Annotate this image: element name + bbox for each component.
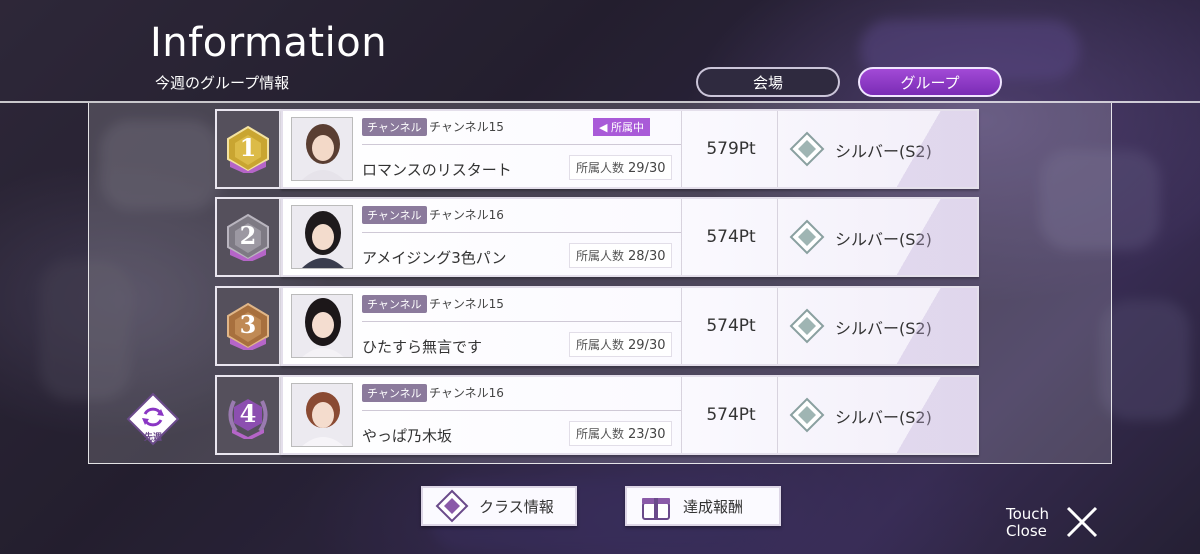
page-title: Information — [150, 20, 388, 66]
member-count: 所属人数 23/30 — [569, 421, 673, 446]
card-divider — [362, 144, 682, 145]
column-divider — [777, 111, 778, 187]
group-card: チャンネル チャンネル15 ひたすら無言です 所属人数 29/30 574Pt シ… — [281, 286, 979, 366]
group-card: チャンネル チャンネル16 アメイジング3色パン 所属人数 28/30 574Pt… — [281, 197, 979, 277]
member-avatar — [291, 117, 353, 181]
member-avatar — [291, 383, 353, 447]
class-diamond-icon — [789, 397, 825, 433]
gift-box-icon — [642, 498, 670, 520]
channel-tag: チャンネル — [362, 384, 427, 402]
member-count-label: 所属人数 — [576, 427, 625, 441]
avatar-portrait-icon — [292, 206, 352, 268]
column-divider — [681, 288, 682, 364]
close-label: Close — [1006, 522, 1047, 540]
member-avatar — [291, 294, 353, 358]
ranking-row[interactable]: 4 チャンネル チャンネル16 やっぱ乃木坂 所属人数 23/30 574Pt シ… — [215, 375, 979, 455]
group-name: ひたすら無言です — [362, 338, 483, 356]
rank-cell: 2 — [215, 197, 281, 277]
channel-name: チャンネル16 — [429, 208, 504, 222]
rank-number: 2 — [239, 221, 257, 250]
rank-number: 3 — [239, 310, 257, 339]
member-count-label: 所属人数 — [576, 338, 625, 352]
column-divider — [681, 199, 682, 275]
points: 579Pt — [706, 139, 756, 159]
class-info-button[interactable]: クラス情報 — [421, 486, 577, 526]
last-week-label: 先週 — [143, 433, 162, 443]
channel-name: チャンネル15 — [429, 297, 504, 311]
channel-tag: チャンネル — [362, 206, 427, 224]
column-divider — [777, 288, 778, 364]
close-icon[interactable] — [1060, 500, 1104, 544]
member-count-value: 29/30 — [628, 161, 666, 176]
member-count-value: 29/30 — [628, 338, 666, 353]
rank-number: 4 — [239, 399, 257, 428]
class-info-icon — [435, 489, 469, 523]
ranking-row[interactable]: 3 チャンネル チャンネル15 ひたすら無言です 所属人数 29/30 574Pt… — [215, 286, 979, 366]
achievement-reward-button[interactable]: 達成報酬 — [625, 486, 781, 526]
points: 574Pt — [706, 227, 756, 247]
tab-venue[interactable]: 会場 — [696, 67, 840, 97]
achievement-reward-label: 達成報酬 — [683, 497, 744, 516]
member-count: 所属人数 29/30 — [569, 332, 673, 357]
avatar-portrait-icon — [292, 295, 352, 357]
column-divider — [681, 377, 682, 453]
member-count-value: 23/30 — [628, 427, 666, 442]
card-divider — [362, 321, 682, 322]
group-name: アメイジング3色パン — [362, 249, 507, 267]
points: 574Pt — [706, 405, 756, 425]
column-divider — [681, 111, 682, 187]
rank-cell: 1 — [215, 109, 281, 189]
member-count: 所属人数 29/30 — [569, 155, 673, 180]
page-subtitle: 今週のグループ情報 — [155, 74, 290, 92]
touch-close-label[interactable]: Touch Close — [1006, 506, 1049, 540]
rank-cell: 3 — [215, 286, 281, 366]
member-avatar — [291, 205, 353, 269]
channel-name: チャンネル15 — [429, 120, 504, 134]
class-info-label: クラス情報 — [479, 497, 554, 516]
group-name: ロマンスのリスタート — [362, 161, 512, 179]
class-diamond-icon — [789, 131, 825, 167]
ranking-row[interactable]: 1 チャンネル チャンネル15 ◀ 所属中 ロマンスのリスタート 所属人数 29/… — [215, 109, 979, 189]
card-stripe — [887, 288, 977, 364]
member-count-label: 所属人数 — [576, 249, 625, 263]
group-card: チャンネル チャンネル16 やっぱ乃木坂 所属人数 23/30 574Pt シルバ… — [281, 375, 979, 455]
column-divider — [777, 377, 778, 453]
card-stripe — [887, 199, 977, 275]
group-card: チャンネル チャンネル15 ◀ 所属中 ロマンスのリスタート 所属人数 29/30… — [281, 109, 979, 189]
card-stripe — [887, 377, 977, 453]
avatar-portrait-icon — [292, 384, 352, 446]
card-divider — [362, 410, 682, 411]
class-diamond-icon — [789, 219, 825, 255]
touch-label: Touch — [1006, 505, 1050, 523]
card-stripe — [887, 111, 977, 187]
card-divider — [362, 232, 682, 233]
rank-cell: 4 — [215, 375, 281, 455]
rank-number: 1 — [239, 133, 257, 162]
class-diamond-icon — [789, 308, 825, 344]
avatar-portrait-icon — [292, 118, 352, 180]
member-count-value: 28/30 — [628, 249, 666, 264]
belonging-badge: ◀ 所属中 — [593, 118, 650, 136]
group-name: やっぱ乃木坂 — [362, 427, 453, 445]
channel-tag: チャンネル — [362, 118, 427, 136]
column-divider — [777, 199, 778, 275]
points: 574Pt — [706, 316, 756, 336]
ranking-row[interactable]: 2 チャンネル チャンネル16 アメイジング3色パン 所属人数 28/30 574… — [215, 197, 979, 277]
channel-name: チャンネル16 — [429, 386, 504, 400]
member-count: 所属人数 28/30 — [569, 243, 673, 268]
member-count-label: 所属人数 — [576, 161, 625, 175]
channel-tag: チャンネル — [362, 295, 427, 313]
tab-group[interactable]: グループ — [858, 67, 1002, 97]
